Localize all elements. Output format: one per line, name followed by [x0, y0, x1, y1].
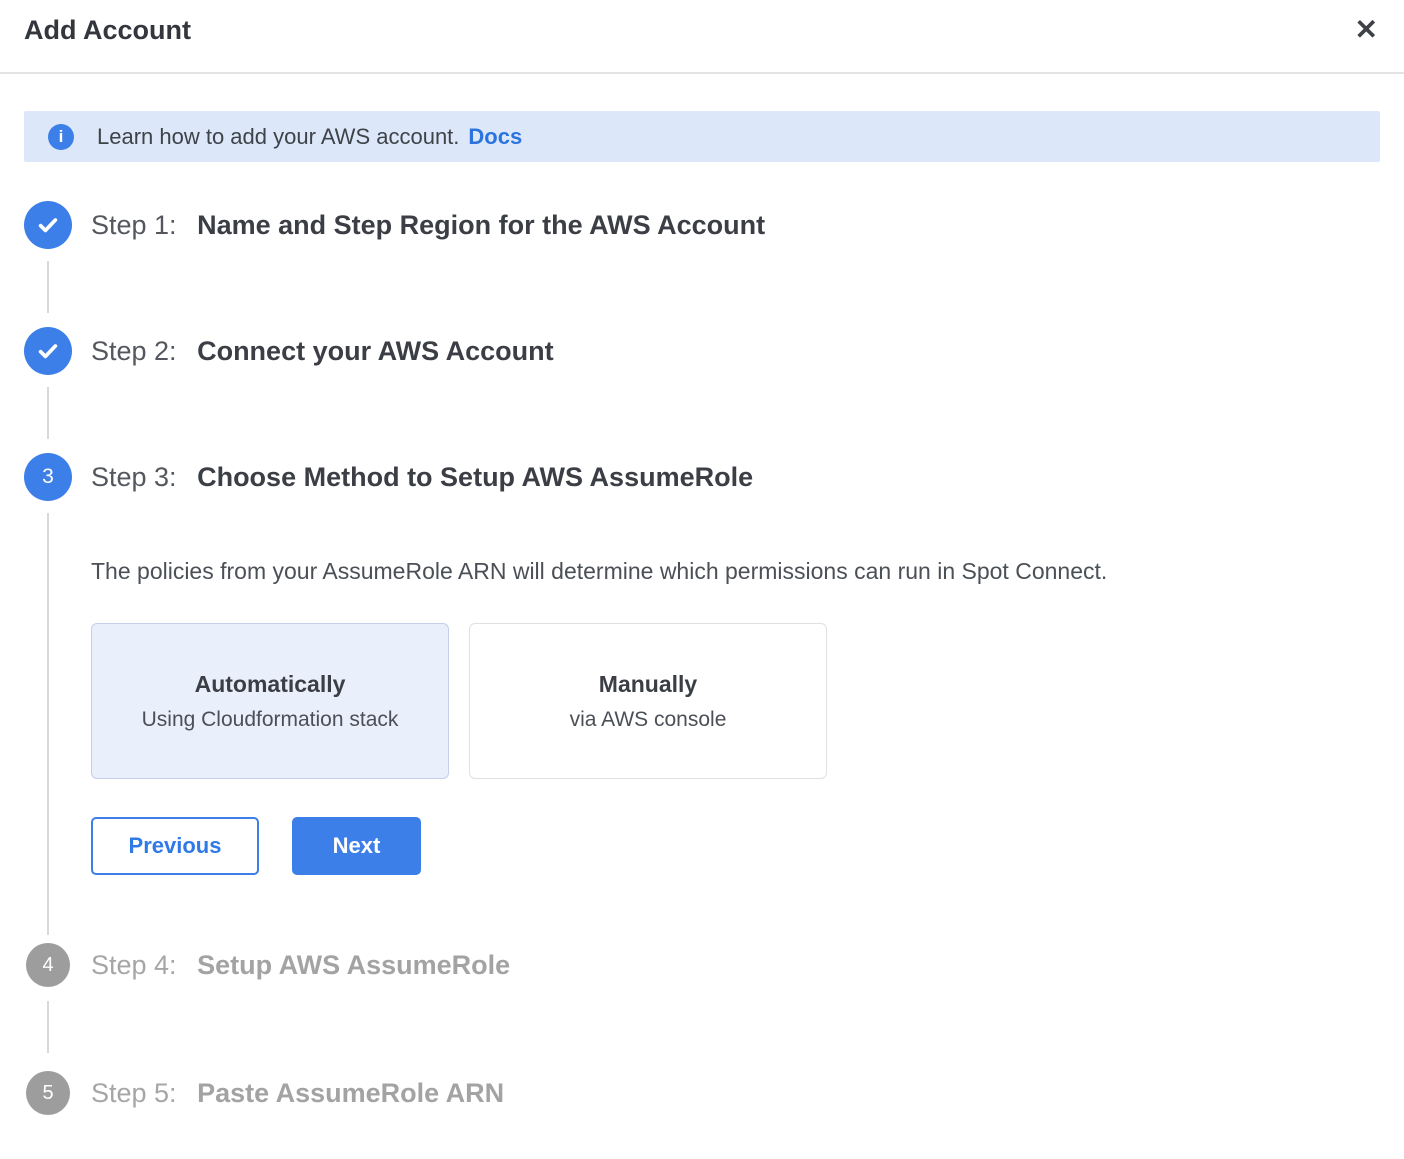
step-4-circle: 4 — [26, 943, 70, 987]
wizard-buttons: Previous Next — [91, 817, 1380, 875]
step-4-label: Step 4: — [91, 950, 177, 980]
step-5-label: Step 5: — [91, 1078, 177, 1108]
step-3-text: Step 3: Choose Method to Setup AWS Assum… — [91, 462, 753, 493]
step-1-badge — [24, 201, 72, 249]
step-5-text: Step 5: Paste AssumeRole ARN — [91, 1078, 504, 1109]
step-3-section: The policies from your AssumeRole ARN wi… — [24, 513, 1380, 943]
page-title: Add Account — [24, 14, 191, 46]
modal-content: i Learn how to add your AWS account. Doc… — [0, 111, 1404, 1115]
step-1-text: Step 1: Name and Step Region for the AWS… — [91, 210, 765, 241]
method-card-automatically[interactable]: Automatically Using Cloudformation stack — [91, 623, 449, 779]
method-card-manually[interactable]: Manually via AWS console — [469, 623, 827, 779]
step-5-badge: 5 — [24, 1071, 72, 1115]
step-3-body: The policies from your AssumeRole ARN wi… — [91, 513, 1380, 943]
step-4-text: Step 4: Setup AWS AssumeRole — [91, 950, 510, 981]
next-button[interactable]: Next — [292, 817, 421, 875]
step-3-circle: 3 — [24, 453, 72, 501]
step-1-label: Step 1: — [91, 210, 177, 240]
info-icon: i — [48, 124, 74, 150]
method-card-subtitle: Using Cloudformation stack — [142, 708, 399, 732]
method-cards: Automatically Using Cloudformation stack… — [91, 623, 1380, 779]
step-4-number: 4 — [42, 954, 53, 977]
step-4-badge: 4 — [24, 943, 72, 987]
step-connector — [47, 1001, 49, 1053]
step-2-badge — [24, 327, 72, 375]
step-5-header: 5 Step 5: Paste AssumeRole ARN — [24, 1071, 1380, 1115]
step-5-title: Paste AssumeRole ARN — [197, 1078, 504, 1108]
step-3-rail — [24, 513, 72, 943]
add-account-modal: Add Account ✕ i Learn how to add your AW… — [0, 0, 1404, 1115]
method-card-title: Automatically — [195, 671, 346, 698]
step-connector — [47, 261, 49, 313]
info-banner: i Learn how to add your AWS account. Doc… — [24, 111, 1380, 162]
step-2-label: Step 2: — [91, 336, 177, 366]
step-4-header: 4 Step 4: Setup AWS AssumeRole — [24, 943, 1380, 987]
step-3-title: Choose Method to Setup AWS AssumeRole — [197, 462, 753, 492]
step-connector — [47, 513, 49, 935]
modal-header: Add Account ✕ — [0, 0, 1404, 74]
docs-link[interactable]: Docs — [468, 124, 522, 150]
step-3-number: 3 — [42, 465, 54, 489]
step-2-text: Step 2: Connect your AWS Account — [91, 336, 554, 367]
step-1-circle — [24, 201, 72, 249]
step-5-circle: 5 — [26, 1071, 70, 1115]
check-icon — [35, 212, 61, 238]
step-connector — [47, 387, 49, 439]
step-5-number: 5 — [42, 1082, 53, 1105]
step-1-title: Name and Step Region for the AWS Account — [197, 210, 765, 240]
close-icon[interactable]: ✕ — [1355, 16, 1378, 44]
step-2-circle — [24, 327, 72, 375]
method-card-title: Manually — [599, 671, 697, 698]
step-2-title: Connect your AWS Account — [197, 336, 554, 366]
step-3-description: The policies from your AssumeRole ARN wi… — [91, 558, 1380, 585]
step-4-title: Setup AWS AssumeRole — [197, 950, 510, 980]
previous-button[interactable]: Previous — [91, 817, 259, 875]
banner-text: Learn how to add your AWS account. — [97, 124, 459, 150]
check-icon — [35, 338, 61, 364]
step-3-header[interactable]: 3 Step 3: Choose Method to Setup AWS Ass… — [24, 453, 1380, 501]
step-3-label: Step 3: — [91, 462, 177, 492]
method-card-subtitle: via AWS console — [570, 708, 727, 732]
step-3-badge: 3 — [24, 453, 72, 501]
step-1-header[interactable]: Step 1: Name and Step Region for the AWS… — [24, 201, 1380, 249]
step-2-header[interactable]: Step 2: Connect your AWS Account — [24, 327, 1380, 375]
